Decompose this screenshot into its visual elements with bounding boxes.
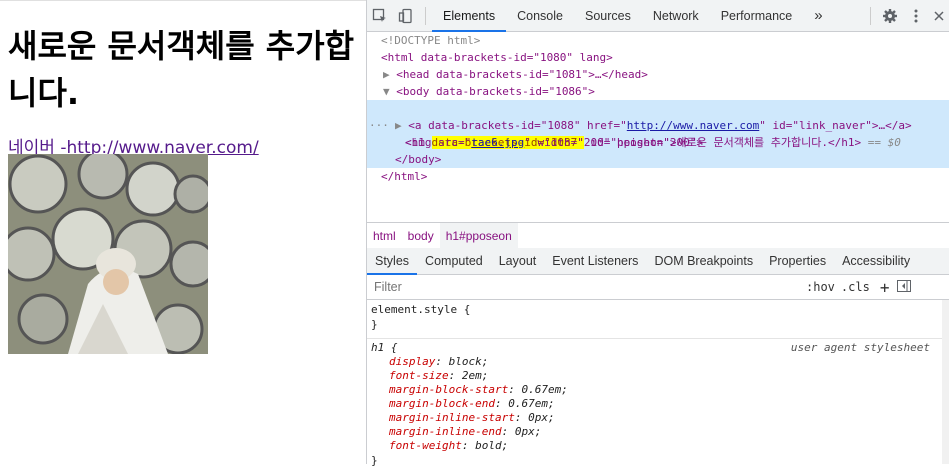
expand-arrow-icon[interactable]: ▶ [383,68,396,81]
css-property-font-weight[interactable]: font-weight: bold; [389,439,942,453]
dom-img-prefix: <img src=" [405,136,472,149]
dom-doctype[interactable]: <!DOCTYPE html> [381,32,480,49]
styles-pane: element.style { } h1 { user agent styles… [367,300,949,467]
css-property-name[interactable]: font-size [389,369,449,382]
dom-html-close[interactable]: </html> [381,168,427,185]
tab-event-listeners[interactable]: Event Listeners [544,248,646,274]
css-property-name[interactable]: margin-block-start [389,383,508,396]
collapse-arrow-icon[interactable]: ▼ [383,85,396,98]
h1-selector[interactable]: h1 { [371,341,398,354]
css-property-value[interactable]: 2em; [462,369,489,382]
css-property-value[interactable]: 0.67em; [508,397,554,410]
dom-a[interactable]: ▶ <a data-brackets-id="1088" href="http:… [395,117,912,134]
dom-a-href[interactable]: http://www.naver.com [627,119,759,132]
page-viewport: 새로운 문서객체를 추가합니다. 네이버 -http://www.naver.c… [0,0,366,465]
tae6-image [8,154,208,354]
css-property-margin-inline-start[interactable]: margin-inline-start: 0px; [389,411,942,425]
css-property-name[interactable]: display [389,355,435,368]
css-property-value[interactable]: 0px; [528,411,555,424]
settings-gear-icon[interactable] [877,0,903,31]
css-property-font-size[interactable]: font-size: 2em; [389,369,942,383]
tab-properties[interactable]: Properties [761,248,834,274]
css-property-margin-inline-end[interactable]: margin-inline-end: 0px; [389,425,942,439]
breadcrumb-h1[interactable]: h1#pposeon [439,223,518,248]
breadcrumb-body[interactable]: body [402,223,440,248]
tab-accessibility[interactable]: Accessibility [834,248,918,274]
css-property-margin-block-end[interactable]: margin-block-end: 0.67em; [389,397,942,411]
dom-img[interactable]: <img src="tae6.jpg" width="200" height="… [405,134,703,151]
devtools-panel: Elements Console Sources Network Perform… [367,0,949,467]
tab-network[interactable]: Network [642,0,710,31]
dom-html-open[interactable]: <html data-brackets-id="1080" lang> [381,49,613,66]
breadcrumb: html body h1#pposeon [367,222,949,249]
tab-console[interactable]: Console [506,0,574,31]
toggle-sidebar-icon[interactable] [897,279,912,295]
styles-filter-bar: :hov .cls + [367,275,949,300]
dom-body-close[interactable]: </body> [395,151,441,168]
h1-ua-rule: h1 { user agent stylesheet display: bloc… [367,340,942,467]
css-property-value[interactable]: block; [449,355,489,368]
more-tabs-button[interactable]: » [803,0,833,31]
dom-body-open[interactable]: ▼ <body data-brackets-id="1086"> [383,83,595,100]
dom-h1-suffix: == $0 [861,136,901,149]
dom-head[interactable]: ▶ <head data-brackets-id="1081">…</head> [383,66,648,83]
css-property-value[interactable]: 0px; [515,425,542,438]
css-property-value[interactable]: 0.67em; [521,383,567,396]
dom-a-prefix: <a data-brackets-id="1088" href=" [408,119,627,132]
css-property-name[interactable]: font-weight [389,439,462,452]
cls-toggle[interactable]: .cls [841,280,870,294]
element-style-rule: element.style { } [367,302,942,339]
tab-computed[interactable]: Computed [417,248,491,274]
tab-dom-breakpoints[interactable]: DOM Breakpoints [646,248,761,274]
h1-close: } [371,454,378,467]
inspect-element-icon[interactable] [367,0,393,31]
h1-properties: display: block; font-size: 2em; margin-blo… [367,355,942,453]
styles-scrollbar[interactable] [942,300,949,464]
page-heading: 새로운 문서객체를 추가합니다. [8,27,355,112]
tab-sources[interactable]: Sources [574,0,642,31]
hov-toggle[interactable]: :hov [806,280,835,294]
tab-layout[interactable]: Layout [491,248,545,274]
toolbar-separator-right [870,6,871,25]
css-property-name[interactable]: margin-block-end [389,397,495,410]
dom-img-src[interactable]: tae6.jpg [471,136,524,149]
toolbar-separator [425,6,426,25]
breadcrumb-html[interactable]: html [367,223,402,248]
tab-performance[interactable]: Performance [710,0,804,31]
css-property-value[interactable]: bold; [475,439,508,452]
dom-img-suffix: " width="200" height="200"> [524,136,704,149]
element-style-selector[interactable]: element.style { [367,302,942,317]
user-agent-stylesheet-label: user agent stylesheet [790,341,930,354]
styles-filter-input[interactable] [372,279,796,295]
dom-ellipsis-icon[interactable]: ··· [369,117,389,134]
dom-body-text: <body data-brackets-id="1086"> [396,85,595,98]
tab-elements[interactable]: Elements [432,0,507,32]
dom-tree: <!DOCTYPE html> <html data-brackets-id="… [367,32,949,222]
css-property-margin-block-start[interactable]: margin-block-start: 0.67em; [389,383,942,397]
css-property-display[interactable]: display: block; [389,355,942,369]
css-property-name[interactable]: margin-inline-end [389,425,502,438]
dom-a-suffix: " id="link_naver">…</a> [759,119,912,132]
dom-head-text: <head data-brackets-id="1081">…</head> [396,68,648,81]
device-toggle-icon[interactable] [393,0,419,31]
close-devtools-icon[interactable] [929,0,949,31]
css-property-name[interactable]: margin-inline-start [389,411,515,424]
new-rule-plus-icon[interactable]: + [880,278,890,297]
styles-subtabs: Styles Computed Layout Event Listeners D… [367,248,949,275]
kebab-menu-icon[interactable] [903,0,929,31]
devtools-toolbar: Elements Console Sources Network Perform… [367,0,949,32]
element-style-close: } [371,318,378,331]
expand-arrow-icon-a[interactable]: ▶ [395,119,408,132]
tab-styles[interactable]: Styles [367,248,418,275]
